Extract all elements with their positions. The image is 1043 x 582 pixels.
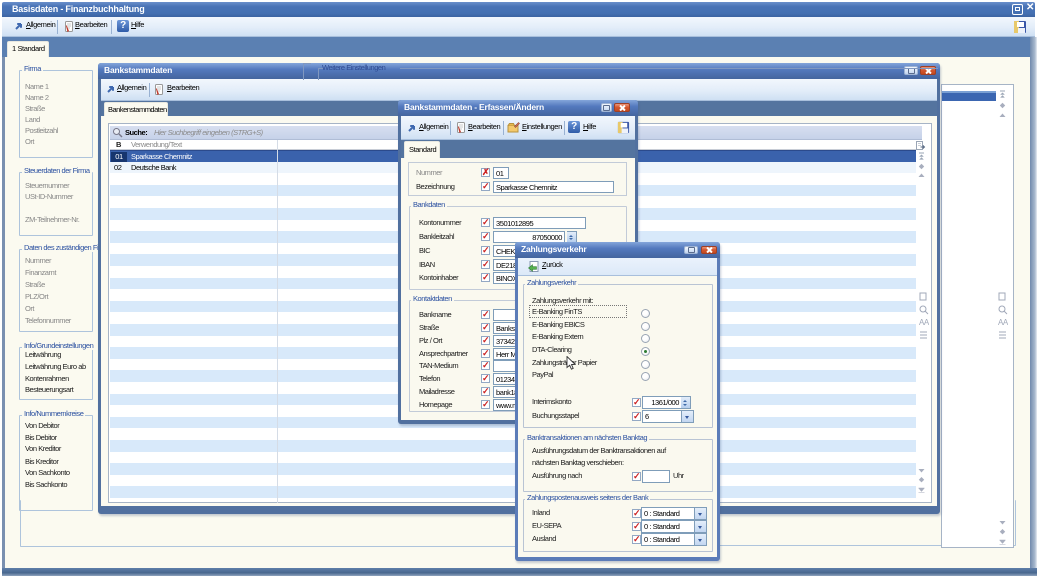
svg-text:AA: AA — [919, 318, 929, 327]
svg-text:AA: AA — [998, 318, 1008, 327]
